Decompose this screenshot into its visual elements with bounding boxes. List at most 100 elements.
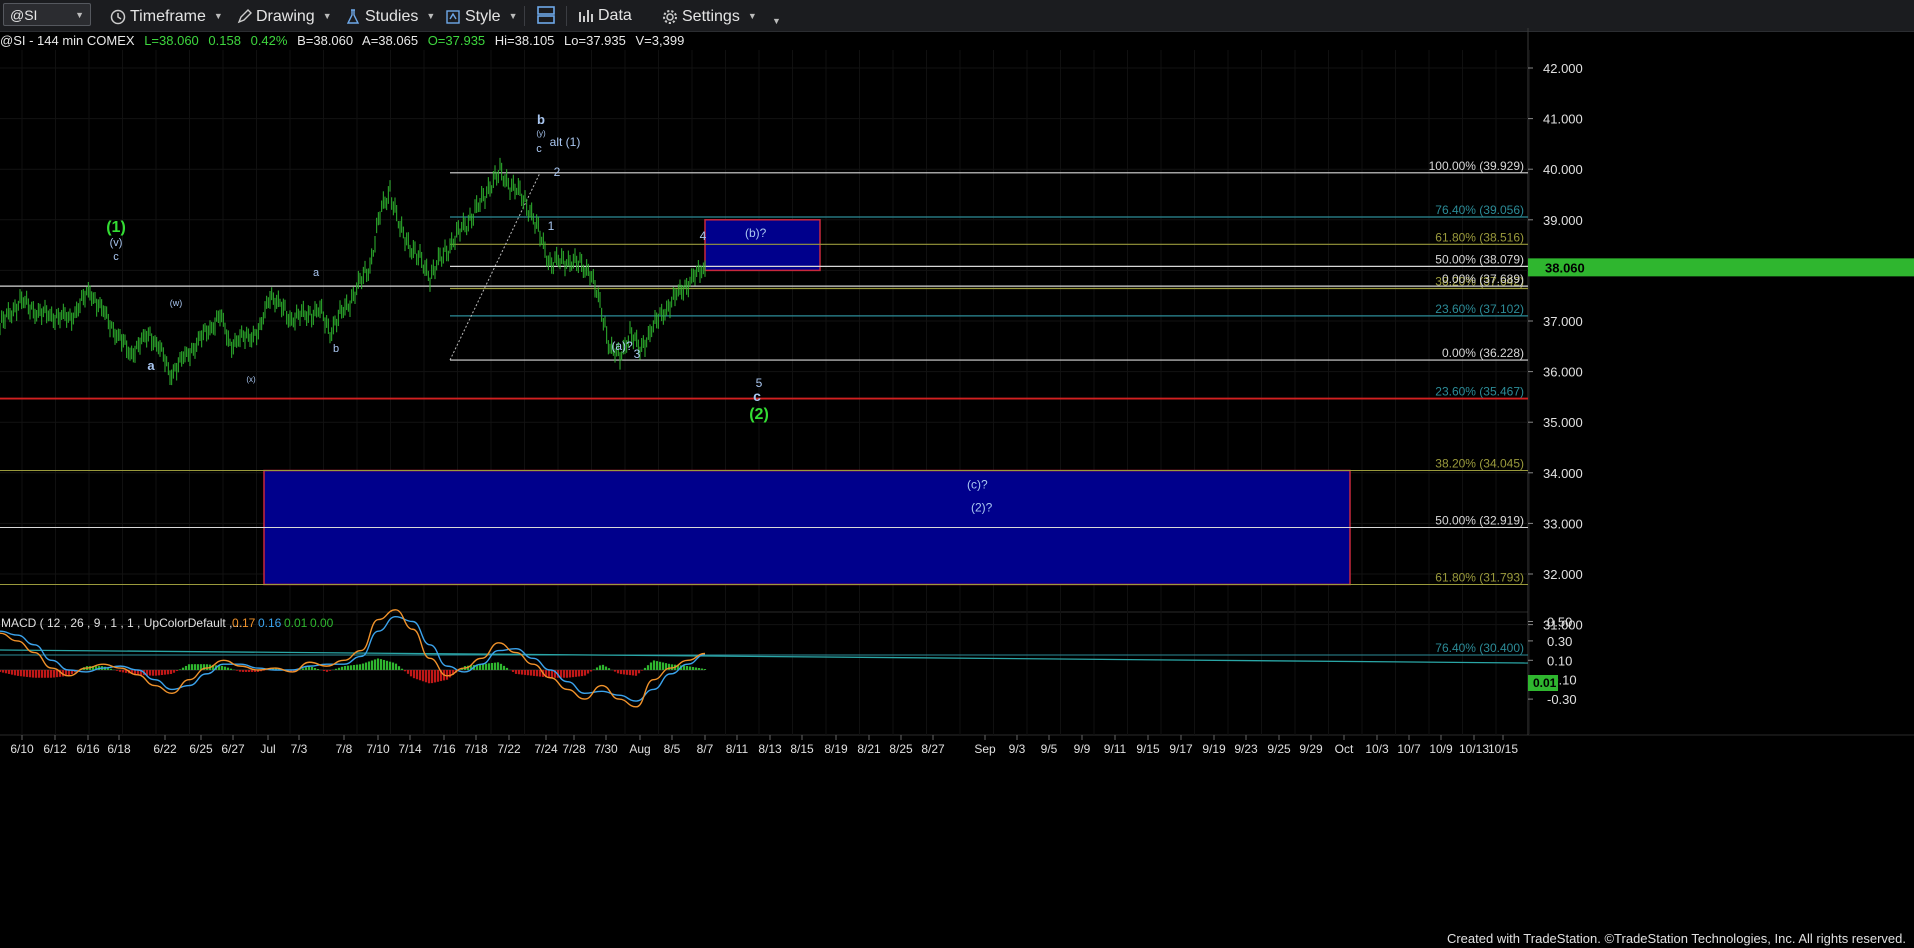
wave-label: (y) [536, 129, 546, 138]
date-tick-label: 7/28 [562, 742, 586, 756]
wave-label: 2 [554, 165, 561, 179]
fib-level-label: 50.00% (38.079) [1435, 252, 1524, 266]
price-bars [0, 157, 706, 386]
price-tick-label: 39.000 [1543, 213, 1583, 228]
date-tick-label: 8/11 [726, 742, 749, 756]
date-tick-label: 8/19 [824, 742, 848, 756]
wave-label: (2) [749, 406, 769, 423]
date-tick-label: 6/10 [10, 742, 34, 756]
wave-label: (x) [246, 375, 256, 384]
macd-value-label: 0.01 [1533, 676, 1557, 690]
date-tick-label: 8/7 [697, 742, 714, 756]
date-tick-label: 9/5 [1041, 742, 1058, 756]
macd-legend-value: 0.00 [310, 616, 334, 630]
price-chart[interactable]: 42.00041.00040.00039.00038.00037.00036.0… [0, 0, 1914, 948]
date-tick-label: 7/30 [594, 742, 618, 756]
date-tick-label: 10/9 [1429, 742, 1453, 756]
date-tick-label: 8/21 [857, 742, 881, 756]
date-tick-label: 7/18 [464, 742, 488, 756]
date-tick-label: 10/15 [1488, 742, 1518, 756]
date-tick-label: 7/3 [291, 742, 308, 756]
date-tick-label: 8/13 [758, 742, 782, 756]
date-tick-label: 7/10 [366, 742, 390, 756]
fib-level-label: 61.80% (38.516) [1435, 230, 1524, 244]
date-tick-label: 7/24 [534, 742, 558, 756]
date-tick-label: 9/17 [1169, 742, 1193, 756]
date-tick-label: 8/15 [790, 742, 814, 756]
wave-label: c [753, 388, 761, 404]
macd-tick-label: 0.50 [1547, 615, 1572, 630]
date-tick-label: 9/19 [1202, 742, 1226, 756]
date-tick-label: 6/12 [43, 742, 67, 756]
date-tick-label: 7/8 [336, 742, 353, 756]
wave-label: 1 [548, 219, 555, 233]
date-tick-label: 9/23 [1234, 742, 1258, 756]
support-line-label: 23.60% (35.467) [1435, 385, 1524, 399]
price-tick-label: 41.000 [1543, 112, 1583, 127]
horizontal-level-label: 0.00% (37.689) [1442, 272, 1524, 286]
wave-label: (v) [110, 237, 123, 249]
date-tick-label: 6/25 [189, 742, 213, 756]
date-tick-label: 9/29 [1299, 742, 1323, 756]
date-tick-label: 8/5 [664, 742, 681, 756]
date-tick-label: 6/22 [153, 742, 177, 756]
wave-label: 3 [634, 347, 641, 361]
date-tick-label: 7/16 [432, 742, 456, 756]
date-tick-label: 10/3 [1365, 742, 1389, 756]
target-box-c-label: (c)? [967, 478, 988, 492]
wave-label: (w) [170, 298, 183, 308]
wave-label: 4 [700, 229, 707, 243]
date-tick-label: 6/16 [76, 742, 100, 756]
target-box-2-label: (2)? [971, 501, 993, 515]
date-tick-label: Sep [974, 742, 996, 756]
date-tick-label: Oct [1335, 742, 1354, 756]
date-tick-label: 7/22 [497, 742, 521, 756]
macd-legend-value: 0.16 [258, 616, 282, 630]
price-tick-label: 33.000 [1543, 516, 1583, 531]
fib-level-label: 76.40% (30.400) [1435, 641, 1524, 655]
wave-label: (a)? [611, 339, 633, 353]
date-tick-label: 9/25 [1267, 742, 1291, 756]
macd-legend-value: 0.17 [232, 616, 256, 630]
fib-level-label: 38.20% (34.045) [1435, 457, 1524, 471]
last-price-tag [1528, 258, 1914, 277]
macd-title: MACD ( 12 , 26 , 9 , 1 , 1 , UpColorDefa… [1, 616, 242, 630]
fib-level-label: 61.80% (31.793) [1435, 570, 1524, 584]
date-tick-label: 6/27 [221, 742, 245, 756]
macd-legend-value: 0.01 [284, 616, 308, 630]
date-tick-label: Aug [629, 742, 650, 756]
last-price-label: 38.060 [1545, 260, 1585, 275]
date-tick-label: 9/15 [1136, 742, 1160, 756]
date-tick-label: 10/13 [1459, 742, 1489, 756]
fib-level-label: 76.40% (39.056) [1435, 203, 1524, 217]
date-tick-label: 7/14 [398, 742, 422, 756]
macd-tick-label: 0.30 [1547, 634, 1572, 649]
price-tick-label: 32.000 [1543, 567, 1583, 582]
wave-label: b [537, 112, 545, 127]
wave-label: c [113, 251, 119, 263]
date-tick-label: 9/3 [1009, 742, 1026, 756]
wave-label: a [147, 358, 155, 373]
wave-label: (1) [106, 219, 126, 236]
date-tick-label: 10/7 [1397, 742, 1421, 756]
date-tick-label: 8/25 [889, 742, 913, 756]
date-tick-label: 9/9 [1074, 742, 1091, 756]
wave-label: alt (1) [550, 135, 581, 149]
price-tick-label: 34.000 [1543, 466, 1583, 481]
date-tick-label: 8/27 [921, 742, 945, 756]
price-tick-label: 42.000 [1543, 61, 1583, 76]
wave-label: c [536, 143, 542, 155]
macd-tick-label: -0.30 [1547, 692, 1577, 707]
macd-histogram [0, 658, 707, 684]
footer-credit: Created with TradeStation. ©TradeStation… [1446, 931, 1906, 946]
wave-label: b [333, 343, 339, 355]
target-box-b-label: (b)? [745, 226, 767, 240]
wave-label: a [313, 267, 320, 279]
price-tick-label: 35.000 [1543, 415, 1583, 430]
fib-level-label: 50.00% (32.919) [1435, 513, 1524, 527]
date-tick-label: 9/11 [1104, 742, 1127, 756]
macd-tick-label: 0.10 [1547, 653, 1572, 668]
price-tick-label: 40.000 [1543, 162, 1583, 177]
date-tick-label: Jul [260, 742, 275, 756]
fib-level-label: 100.00% (39.929) [1429, 159, 1524, 173]
